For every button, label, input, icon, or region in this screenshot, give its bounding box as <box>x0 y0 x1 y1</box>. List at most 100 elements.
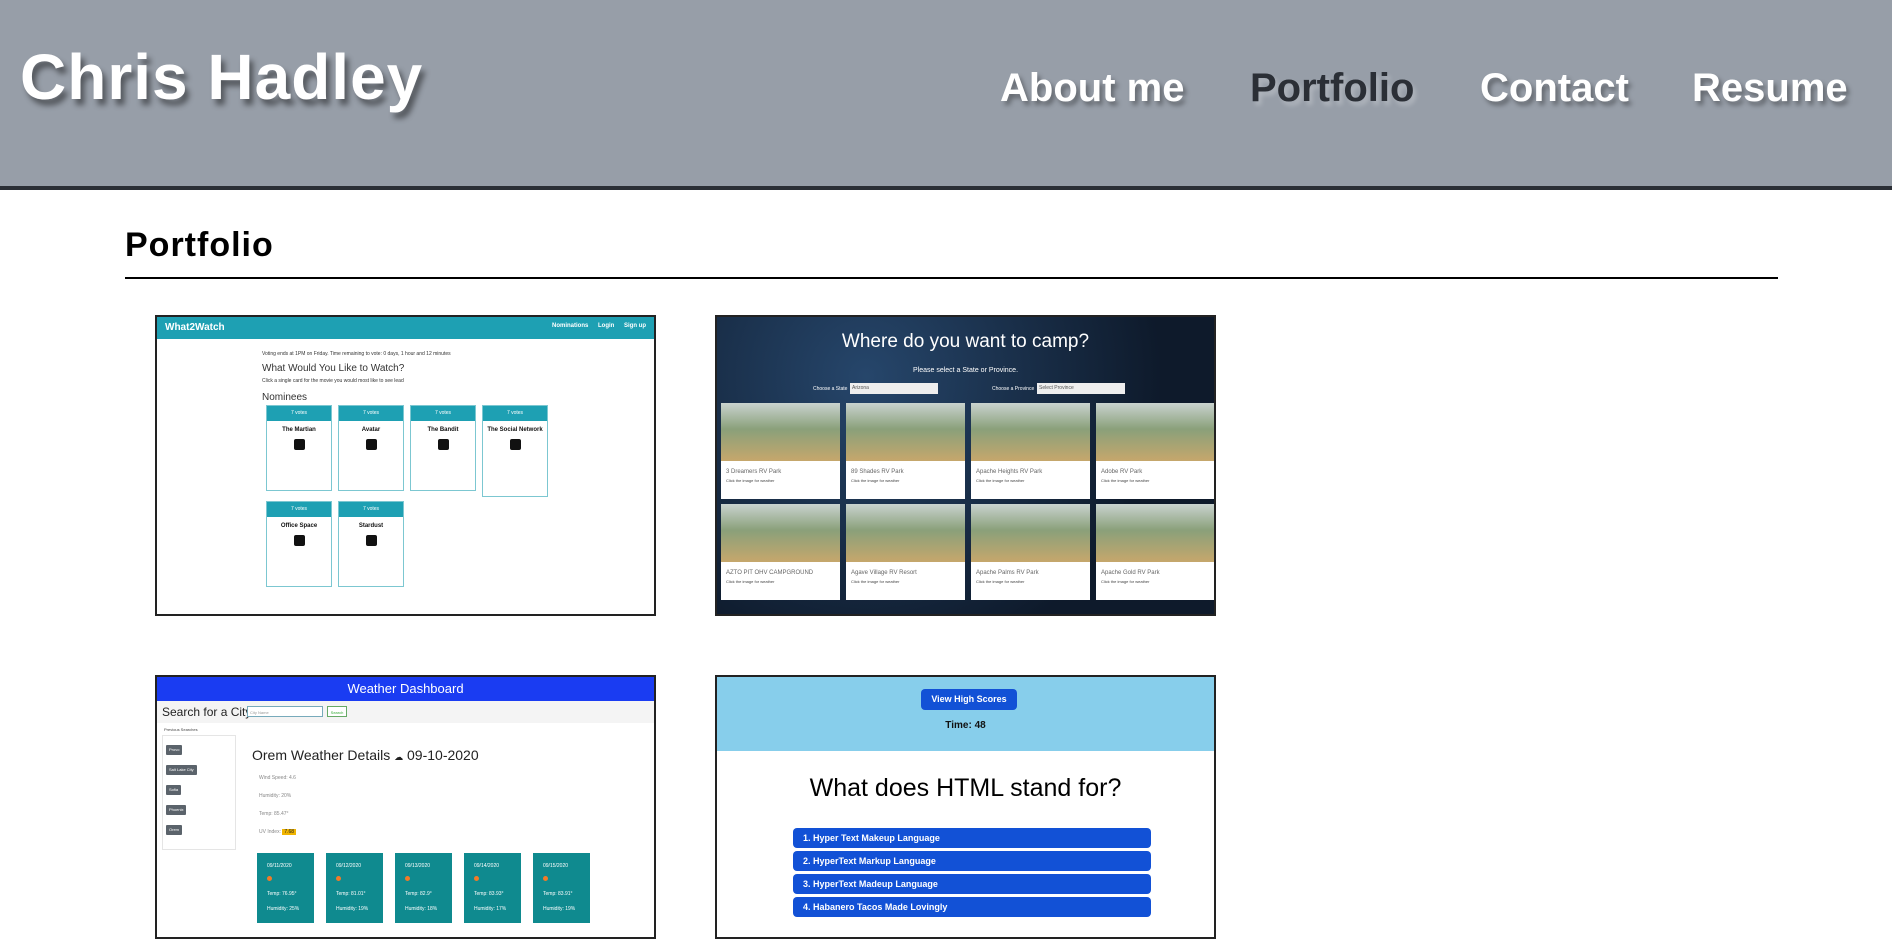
previous-searches-label: Previous Searches <box>164 727 198 732</box>
campground-card: Agave Village RV Resort Click the image f… <box>846 504 965 600</box>
sun-icon <box>474 876 479 881</box>
campground-photo <box>721 504 840 562</box>
forecast-temp: Temp: 76.95° <box>267 891 297 897</box>
weather-details-date: 09-10-2020 <box>407 747 479 763</box>
nominee-title: Avatar <box>361 427 381 433</box>
nominee-title: The Social Network <box>487 427 543 433</box>
weather-humidity: Humidity: 20% <box>259 793 292 799</box>
film-icon <box>509 439 521 450</box>
nominee-votes: 7 votes <box>483 406 547 421</box>
camp-title: Where do you want to camp? <box>841 331 1090 352</box>
project-card-camp-finder[interactable]: Where do you want to camp? Please select… <box>715 315 1216 616</box>
weather-search-label: Search for a City: <box>162 705 255 719</box>
film-icon <box>293 535 305 546</box>
city-history-item: Salt Lake City <box>166 765 197 775</box>
what2watch-instruction: Click a single card for the movie you wo… <box>262 378 404 384</box>
forecast-humidity: Humidity: 18% <box>405 906 438 912</box>
forecast-humidity: Humidity: 25% <box>267 906 300 912</box>
city-history-item: Orem <box>166 825 182 835</box>
city-history-item: Phoenix <box>166 805 187 815</box>
nominee-title: The Bandit <box>427 427 459 433</box>
sun-icon <box>336 876 341 881</box>
nominee-title: The Martian <box>282 427 316 433</box>
uv-badge: 7.68 <box>282 829 297 835</box>
nav-resume[interactable]: Resume <box>1692 66 1848 111</box>
weather-city-input: City Name <box>247 706 323 717</box>
campground-photo <box>971 504 1090 562</box>
project-card-what2watch[interactable]: What2Watch Nominations Login Sign up Vot… <box>155 315 656 616</box>
campground-name: Apache Gold RV Park <box>1101 570 1160 576</box>
campground-photo <box>971 403 1090 461</box>
province-select: Select Province <box>1037 383 1125 394</box>
weather-details-heading: Orem Weather Details ☁ 09-10-2020 <box>252 747 479 763</box>
campground-note: Click the image for weather <box>1101 478 1150 483</box>
what2watch-navbar: What2Watch Nominations Login Sign up <box>157 317 654 339</box>
forecast-date: 09/11/2020 <box>267 863 292 869</box>
film-icon <box>437 439 449 450</box>
film-icon <box>365 535 377 546</box>
quiz-answer-option: 2. HyperText Markup Language <box>793 851 1151 871</box>
campground-card: AZTO PIT OHV CAMPGROUND Click the image f… <box>721 504 840 600</box>
project-card-code-quiz[interactable]: View High Scores Time: 48 What does HTML… <box>715 675 1216 939</box>
film-icon <box>365 439 377 450</box>
nominee-card: 7 votes The Bandit <box>410 405 476 491</box>
campground-name: Apache Heights RV Park <box>976 469 1043 475</box>
nav-about-me[interactable]: About me <box>1000 66 1184 111</box>
nav-portfolio[interactable]: Portfolio <box>1250 66 1414 111</box>
forecast-card: 09/12/2020 Temp: 81.01° Humidity: 19% <box>326 853 383 923</box>
what2watch-link-signup: Sign up <box>624 323 646 329</box>
view-high-scores-button: View High Scores <box>921 689 1017 710</box>
what2watch-brand: What2Watch <box>165 322 225 333</box>
forecast-date: 09/12/2020 <box>336 863 362 869</box>
nominee-title: Office Space <box>280 523 318 529</box>
forecast-date: 09/14/2020 <box>474 863 500 869</box>
campground-card: Apache Heights RV Park Click the image fo… <box>971 403 1090 499</box>
campground-note: Click the image for weather <box>976 579 1025 584</box>
quiz-header: View High Scores Time: 48 <box>717 677 1214 751</box>
campground-note: Click the image for weather <box>1101 579 1150 584</box>
campground-card: Apache Palms RV Park Click the image for … <box>971 504 1090 600</box>
forecast-date: 09/13/2020 <box>405 863 431 869</box>
forecast-card: 09/15/2020 Temp: 83.91° Humidity: 19% <box>533 853 590 923</box>
city-history-item: Sofia <box>166 785 182 795</box>
quiz-timer: Time: 48 <box>945 720 986 731</box>
campground-name: Adobe RV Park <box>1101 469 1143 475</box>
campground-note: Click the image for weather <box>726 579 775 584</box>
camp-subtitle: Please select a State or Province. <box>912 367 1019 374</box>
weather-details-city: Orem Weather Details <box>252 747 391 763</box>
uv-label: UV Index: <box>259 829 281 835</box>
nominee-card: 7 votes Office Space <box>266 501 332 587</box>
site-brand[interactable]: Chris Hadley <box>20 40 423 114</box>
title-divider <box>125 277 1778 279</box>
forecast-temp: Temp: 83.93° <box>474 891 504 897</box>
sun-icon <box>543 876 548 881</box>
nominee-votes: 7 votes <box>267 502 331 517</box>
nav-contact[interactable]: Contact <box>1480 66 1629 111</box>
nominee-votes: 7 votes <box>411 406 475 421</box>
campground-note: Click the image for weather <box>851 579 900 584</box>
weather-title: Weather Dashboard <box>157 677 654 701</box>
campground-card: Apache Gold RV Park Click the image for w… <box>1096 504 1214 600</box>
project-card-weather-dashboard[interactable]: Weather Dashboard Search for a City: Cit… <box>155 675 656 939</box>
campground-note: Click the image for weather <box>851 478 900 483</box>
forecast-card: 09/13/2020 Temp: 82.9° Humidity: 18% <box>395 853 452 923</box>
forecast-temp: Temp: 81.01° <box>336 891 366 897</box>
nominee-votes: 7 votes <box>339 502 403 517</box>
forecast-temp: Temp: 83.91° <box>543 891 573 897</box>
campground-photo <box>846 403 965 461</box>
state-label: Choose a State <box>813 386 848 392</box>
campground-photo <box>846 504 965 562</box>
what2watch-nav-links: Nominations Login Sign up <box>544 323 646 329</box>
state-select: Arizona <box>850 383 938 394</box>
quiz-answer-option: 1. Hyper Text Makeup Language <box>793 828 1151 848</box>
forecast-card: 09/11/2020 Temp: 76.95° Humidity: 25% <box>257 853 314 923</box>
nominee-card: 7 votes The Martian <box>266 405 332 491</box>
campground-note: Click the image for weather <box>976 478 1025 483</box>
campground-name: Agave Village RV Resort <box>851 570 917 576</box>
campground-photo <box>721 403 840 461</box>
campground-photo <box>1096 403 1214 461</box>
what2watch-heading: What Would You Like to Watch? <box>262 363 405 374</box>
page-title: Portfolio <box>125 226 274 264</box>
nominee-votes: 7 votes <box>267 406 331 421</box>
campground-name: 3 Dreamers RV Park <box>726 469 782 475</box>
